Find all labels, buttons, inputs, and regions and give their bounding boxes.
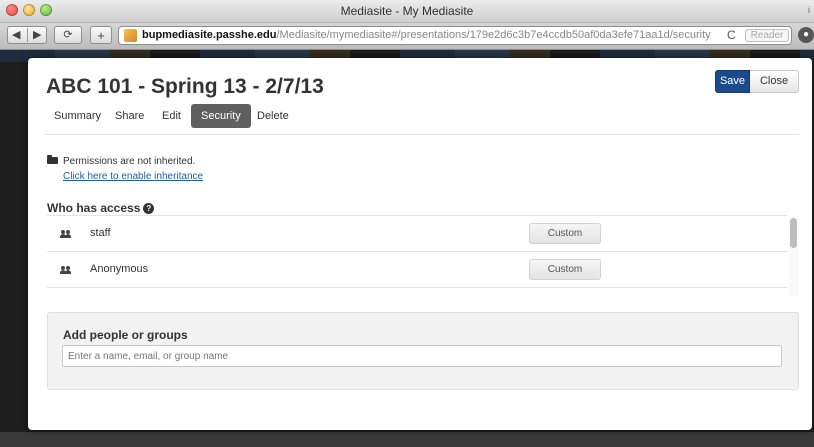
access-name: staff xyxy=(90,227,111,239)
permission-button[interactable]: Custom xyxy=(529,259,601,280)
tab-delete[interactable]: Delete xyxy=(247,104,299,128)
who-has-access-label: Who has access xyxy=(47,201,141,215)
help-icon[interactable]: ? xyxy=(143,203,155,214)
page-title: ABC 101 - Spring 13 - 2/7/13 xyxy=(46,75,324,98)
tab-security[interactable]: Security xyxy=(191,104,251,128)
folder-icon xyxy=(47,155,58,164)
access-list[interactable]: staff Custom Anonymous Custom xyxy=(47,215,799,295)
url-host: bupmediasite.passhe.edu xyxy=(142,29,277,41)
reload-button[interactable]: ⟳ xyxy=(54,26,82,44)
presentation-modal: ABC 101 - Spring 13 - 2/7/13 Save Close … xyxy=(28,58,812,430)
group-icon xyxy=(60,230,72,239)
forward-icon[interactable]: ▶ xyxy=(33,27,41,44)
url-refresh-icon[interactable]: C xyxy=(727,28,736,42)
add-people-heading: Add people or groups xyxy=(63,328,188,342)
plus-icon: + xyxy=(97,28,105,43)
enable-inheritance-link[interactable]: Click here to enable inheritance xyxy=(63,171,203,182)
address-bar[interactable]: bupmediasite.passhe.edu/Mediasite/mymedi… xyxy=(118,26,792,45)
save-button[interactable]: Save xyxy=(715,70,750,93)
url-path: /Mediasite/mymediasite#/presentations/17… xyxy=(276,29,711,41)
who-has-access-heading: Who has access? xyxy=(47,201,155,215)
tab-share[interactable]: Share xyxy=(105,104,154,128)
list-item xyxy=(47,287,787,295)
inheritance-status-text: Permissions are not inherited. xyxy=(63,156,196,167)
add-people-input[interactable] xyxy=(62,345,782,367)
back-forward-divider xyxy=(27,28,28,42)
reader-button[interactable]: Reader xyxy=(745,29,789,42)
window-title: Mediasite - My Mediasite xyxy=(340,4,474,18)
downloads-icon[interactable]: ● xyxy=(798,27,814,43)
back-icon[interactable]: ◀ xyxy=(12,27,20,44)
window-titlebar: Mediasite - My Mediasite i xyxy=(0,0,814,23)
back-forward-buttons: ◀ ▶ xyxy=(7,26,47,44)
close-button[interactable]: Close xyxy=(750,70,799,93)
group-icon xyxy=(60,266,72,275)
tabs-divider xyxy=(44,134,799,135)
add-people-panel: Add people or groups xyxy=(47,312,799,390)
permission-button[interactable]: Custom xyxy=(529,223,601,244)
access-list-scroll-thumb[interactable] xyxy=(790,218,797,248)
address-text: bupmediasite.passhe.edu/Mediasite/mymedi… xyxy=(142,29,711,41)
list-item: Anonymous Custom xyxy=(47,251,787,287)
add-bookmark-button[interactable]: + xyxy=(90,26,112,44)
page-backdrop-footer xyxy=(0,432,814,447)
tab-edit[interactable]: Edit xyxy=(152,104,191,128)
inheritance-status: Permissions are not inherited. xyxy=(47,155,196,167)
site-favicon-icon xyxy=(124,29,137,42)
browser-toolbar: ◀ ▶ ⟳ + bupmediasite.passhe.edu/Mediasit… xyxy=(0,23,814,50)
reload-icon: ⟳ xyxy=(63,29,73,41)
access-name: Anonymous xyxy=(90,263,149,275)
tab-summary[interactable]: Summary xyxy=(44,104,111,128)
list-item: staff Custom xyxy=(47,215,787,251)
window-edge-glyph: i xyxy=(808,5,810,15)
